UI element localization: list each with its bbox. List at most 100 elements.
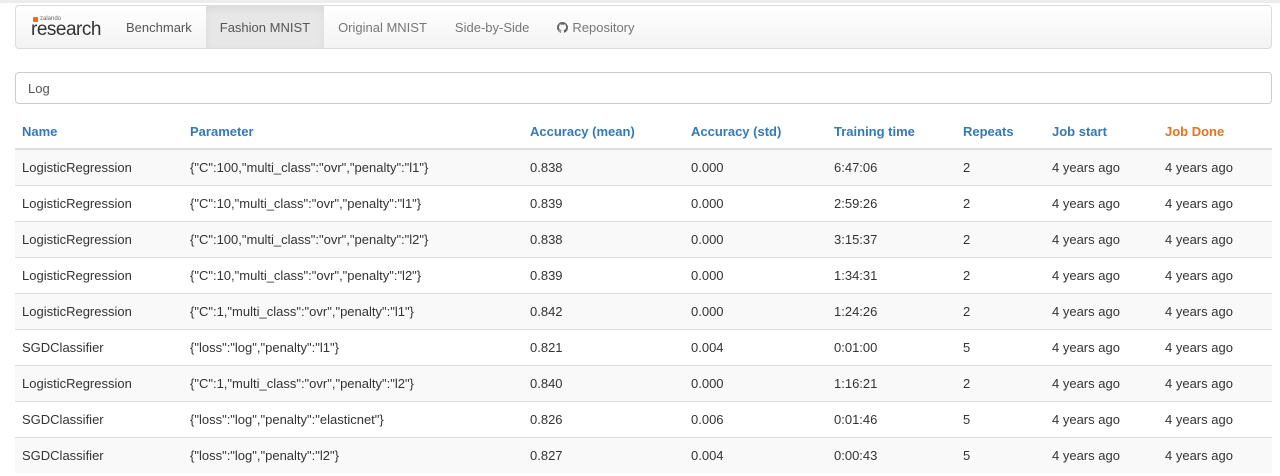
- cell-accuracy-mean: 0.827: [523, 437, 684, 473]
- nav-repository[interactable]: Repository: [543, 6, 648, 48]
- navbar: zalando research Benchmark Fashion MNIST…: [15, 5, 1272, 49]
- table-row: LogisticRegression {"C":1,"multi_class":"…: [15, 365, 1272, 402]
- table-row: SGDClassifier {"loss":"log","penalty":"l2…: [15, 437, 1272, 473]
- cell-accuracy-mean: 0.839: [523, 185, 684, 222]
- cell-name: LogisticRegression: [15, 221, 183, 258]
- cell-name: LogisticRegression: [15, 185, 183, 222]
- cell-parameter: {"C":10,"multi_class":"ovr","penalty":"l…: [183, 257, 523, 294]
- cell-training-time: 1:34:31: [827, 257, 956, 294]
- header-job-done[interactable]: Job Done: [1158, 114, 1272, 150]
- header-parameter[interactable]: Parameter: [183, 114, 523, 150]
- cell-accuracy-std: 0.000: [684, 293, 827, 330]
- cell-accuracy-mean: 0.826: [523, 401, 684, 438]
- cell-job-start: 4 years ago: [1045, 365, 1158, 402]
- cell-accuracy-std: 0.000: [684, 257, 827, 294]
- cell-repeats: 2: [956, 257, 1045, 294]
- cell-name: SGDClassifier: [15, 401, 183, 438]
- cell-training-time: 0:00:43: [827, 437, 956, 473]
- cell-job-start: 4 years ago: [1045, 257, 1158, 294]
- cell-accuracy-std: 0.000: [684, 185, 827, 222]
- nav-fashion-mnist[interactable]: Fashion MNIST: [205, 6, 325, 48]
- cell-repeats: 5: [956, 437, 1045, 473]
- table-row: LogisticRegression {"C":10,"multi_class":…: [15, 257, 1272, 294]
- github-icon: [557, 21, 569, 33]
- header-repeats[interactable]: Repeats: [956, 114, 1045, 150]
- nav-benchmark[interactable]: Benchmark: [112, 6, 206, 48]
- cell-accuracy-std: 0.000: [684, 365, 827, 402]
- cell-name: LogisticRegression: [15, 293, 183, 330]
- cell-job-done: 4 years ago: [1158, 437, 1272, 473]
- cell-job-done: 4 years ago: [1158, 185, 1272, 222]
- cell-training-time: 2:59:26: [827, 185, 956, 222]
- results-table: Name Parameter Accuracy (mean) Accuracy …: [15, 114, 1272, 473]
- cell-accuracy-mean: 0.821: [523, 329, 684, 366]
- top-border: [0, 0, 1280, 3]
- cell-job-done: 4 years ago: [1158, 148, 1272, 186]
- table-row: LogisticRegression {"C":10,"multi_class":…: [15, 185, 1272, 222]
- header-accuracy-mean[interactable]: Accuracy (mean): [523, 114, 684, 150]
- cell-job-done: 4 years ago: [1158, 401, 1272, 438]
- table-row: SGDClassifier {"loss":"log","penalty":"l1…: [15, 329, 1272, 366]
- cell-repeats: 2: [956, 293, 1045, 330]
- cell-job-done: 4 years ago: [1158, 329, 1272, 366]
- cell-repeats: 2: [956, 185, 1045, 222]
- cell-training-time: 1:24:26: [827, 293, 956, 330]
- cell-name: SGDClassifier: [15, 329, 183, 366]
- nav-side-by-side[interactable]: Side-by-Side: [441, 6, 543, 48]
- cell-accuracy-std: 0.006: [684, 401, 827, 438]
- cell-name: SGDClassifier: [15, 437, 183, 473]
- header-job-start[interactable]: Job start: [1045, 114, 1158, 150]
- cell-accuracy-mean: 0.839: [523, 257, 684, 294]
- cell-job-done: 4 years ago: [1158, 293, 1272, 330]
- cell-accuracy-std: 0.004: [684, 437, 827, 473]
- cell-job-done: 4 years ago: [1158, 221, 1272, 258]
- cell-job-start: 4 years ago: [1045, 437, 1158, 473]
- table-header-row: Name Parameter Accuracy (mean) Accuracy …: [15, 114, 1272, 150]
- cell-job-start: 4 years ago: [1045, 293, 1158, 330]
- table-row: SGDClassifier {"loss":"log","penalty":"el…: [15, 401, 1272, 438]
- table-row: LogisticRegression {"C":1,"multi_class":"…: [15, 293, 1272, 330]
- cell-job-start: 4 years ago: [1045, 221, 1158, 258]
- cell-job-done: 4 years ago: [1158, 257, 1272, 294]
- cell-accuracy-mean: 0.838: [523, 148, 684, 186]
- cell-job-start: 4 years ago: [1045, 148, 1158, 186]
- cell-repeats: 5: [956, 329, 1045, 366]
- cell-training-time: 0:01:00: [827, 329, 956, 366]
- cell-accuracy-std: 0.000: [684, 148, 827, 186]
- cell-parameter: {"C":10,"multi_class":"ovr","penalty":"l…: [183, 185, 523, 222]
- table-body: LogisticRegression {"C":100,"multi_class"…: [15, 148, 1272, 473]
- cell-accuracy-std: 0.004: [684, 329, 827, 366]
- cell-parameter: {"loss":"log","penalty":"l2"}: [183, 437, 523, 473]
- cell-job-start: 4 years ago: [1045, 329, 1158, 366]
- cell-training-time: 3:15:37: [827, 221, 956, 258]
- search-input[interactable]: [15, 72, 1272, 104]
- cell-name: LogisticRegression: [15, 148, 183, 186]
- cell-accuracy-mean: 0.838: [523, 221, 684, 258]
- cell-accuracy-std: 0.000: [684, 221, 827, 258]
- cell-repeats: 2: [956, 365, 1045, 402]
- cell-job-start: 4 years ago: [1045, 401, 1158, 438]
- table-row: LogisticRegression {"C":100,"multi_class"…: [15, 221, 1272, 258]
- cell-name: LogisticRegression: [15, 365, 183, 402]
- cell-training-time: 0:01:46: [827, 401, 956, 438]
- header-name[interactable]: Name: [15, 114, 183, 150]
- brand-main-text: research: [31, 19, 101, 40]
- cell-parameter: {"C":100,"multi_class":"ovr","penalty":"…: [183, 221, 523, 258]
- cell-parameter: {"C":1,"multi_class":"ovr","penalty":"l1…: [183, 293, 523, 330]
- cell-repeats: 5: [956, 401, 1045, 438]
- cell-job-start: 4 years ago: [1045, 185, 1158, 222]
- cell-parameter: {"loss":"log","penalty":"l1"}: [183, 329, 523, 366]
- brand-logo[interactable]: zalando research: [16, 6, 112, 48]
- cell-name: LogisticRegression: [15, 257, 183, 294]
- nav-original-mnist[interactable]: Original MNIST: [324, 6, 441, 48]
- header-accuracy-std[interactable]: Accuracy (std): [684, 114, 827, 150]
- search-container: [15, 72, 1272, 104]
- cell-accuracy-mean: 0.840: [523, 365, 684, 402]
- header-training-time[interactable]: Training time: [827, 114, 956, 150]
- cell-repeats: 2: [956, 148, 1045, 186]
- cell-job-done: 4 years ago: [1158, 365, 1272, 402]
- cell-parameter: {"C":100,"multi_class":"ovr","penalty":"…: [183, 148, 523, 186]
- cell-accuracy-mean: 0.842: [523, 293, 684, 330]
- table-row: LogisticRegression {"C":100,"multi_class"…: [15, 148, 1272, 186]
- cell-training-time: 6:47:06: [827, 148, 956, 186]
